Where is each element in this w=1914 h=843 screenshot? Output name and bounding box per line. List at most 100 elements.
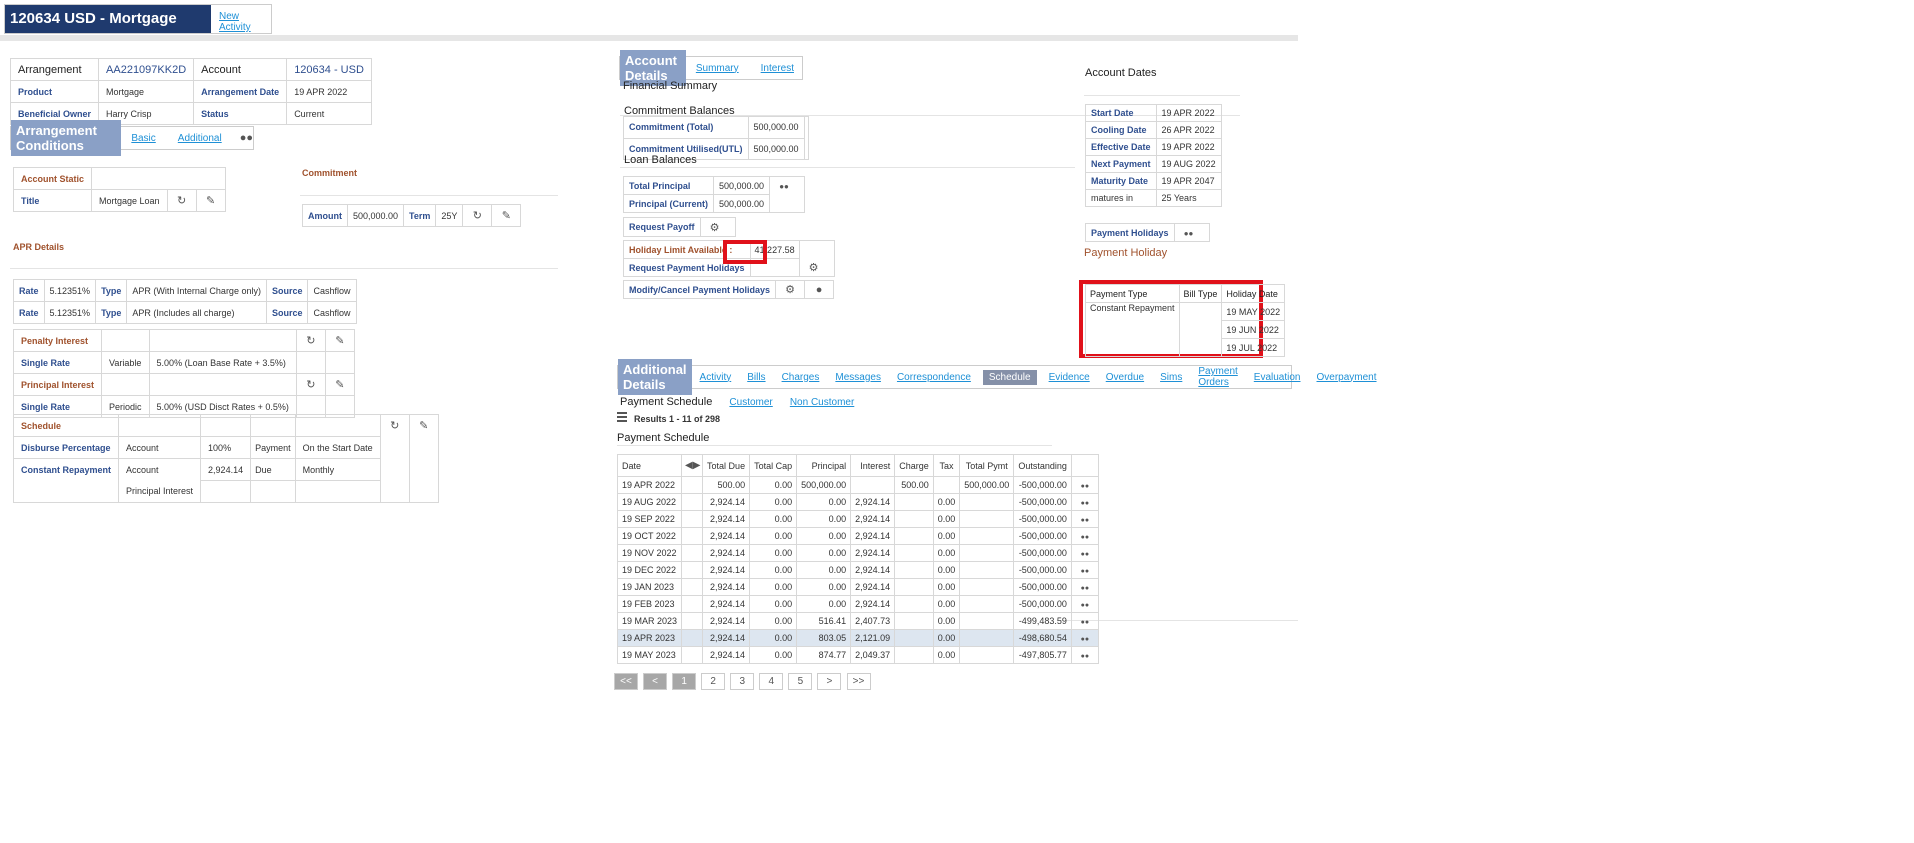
- refresh-icon[interactable]: ↻: [304, 334, 318, 347]
- tab-messages[interactable]: Messages: [835, 372, 881, 383]
- principal-interest-label: Principal Interest: [12, 373, 103, 396]
- view-icon[interactable]: ●●: [1078, 568, 1092, 575]
- col-total-due[interactable]: Total Due: [702, 454, 751, 477]
- refresh-icon[interactable]: ↻: [388, 419, 402, 432]
- view-icon[interactable]: ●●: [1078, 534, 1092, 541]
- col-tax[interactable]: Tax: [932, 454, 961, 477]
- schedule-header-row: Date ◀▶ Total Due Total Cap Principal In…: [616, 454, 1099, 477]
- gear-icon[interactable]: ⚙: [708, 221, 722, 234]
- tab-additional[interactable]: Additional: [178, 133, 222, 144]
- row-outstanding: -500,000.00: [1013, 578, 1072, 596]
- edit-icon[interactable]: ✎: [499, 209, 513, 222]
- tab-basic[interactable]: Basic: [131, 133, 155, 144]
- tab-interest[interactable]: Interest: [761, 63, 794, 74]
- pager-page-2[interactable]: 2: [701, 673, 726, 690]
- col-charge[interactable]: Charge: [894, 454, 934, 477]
- amount-value: 500,000.00: [346, 204, 405, 227]
- customer-link[interactable]: Customer: [729, 397, 772, 408]
- pager-page-1[interactable]: 1: [672, 673, 697, 690]
- account-static-table: Account Static Title Mortgage Loan ↻ ✎: [12, 167, 226, 212]
- view-icon[interactable]: ●●: [777, 182, 791, 191]
- refresh-icon[interactable]: ↻: [304, 378, 318, 391]
- disburse-percent: 100%: [200, 436, 252, 459]
- pager-page-3[interactable]: 3: [730, 673, 755, 690]
- col-toggle[interactable]: ◀▶: [681, 454, 704, 477]
- row-charge: 500.00: [894, 476, 934, 494]
- refresh-icon[interactable]: ↻: [175, 194, 189, 207]
- page-title: 120634 USD - Mortgage Overview: [5, 5, 211, 55]
- matures-in-value: 25 Years: [1155, 189, 1222, 207]
- view-icon[interactable]: ●●: [1078, 619, 1092, 626]
- tab-evidence[interactable]: Evidence: [1049, 372, 1090, 383]
- row-principal: 0.00: [796, 510, 852, 528]
- col-date[interactable]: Date: [616, 454, 683, 477]
- tab-overpayment[interactable]: Overpayment: [1317, 372, 1377, 383]
- pager-prev[interactable]: <: [643, 673, 668, 690]
- column-toggle-icon[interactable]: ◀▶: [685, 460, 700, 471]
- row-date: 19 APR 2023: [616, 629, 683, 647]
- view-icon[interactable]: ●●: [1078, 653, 1092, 660]
- tab-sims[interactable]: Sims: [1160, 372, 1182, 383]
- holiday-date: 19 JUN 2022: [1221, 320, 1286, 339]
- holiday-date: 19 MAY 2022: [1221, 302, 1286, 321]
- row-principal: 0.00: [796, 595, 852, 613]
- product-value: Mortgage: [98, 80, 195, 103]
- row-interest: [850, 476, 896, 494]
- tab-activity[interactable]: Activity: [700, 372, 732, 383]
- tab-correspondence[interactable]: Correspondence: [897, 372, 971, 383]
- view-icon[interactable]: ●●: [1078, 483, 1092, 490]
- gear-icon[interactable]: ⚙: [783, 283, 797, 296]
- col-principal[interactable]: Principal: [796, 454, 852, 477]
- view-icon[interactable]: ●●: [1182, 229, 1196, 238]
- row-interest: 2,049.37: [850, 646, 896, 664]
- edit-icon[interactable]: ✎: [333, 378, 347, 391]
- arrangement-id[interactable]: AA221097KK2D: [98, 58, 195, 81]
- edit-icon[interactable]: ✎: [417, 419, 431, 432]
- edit-icon[interactable]: ✎: [333, 334, 347, 347]
- tab-summary[interactable]: Summary: [696, 63, 739, 74]
- modify-cancel-label: Modify/Cancel Payment Holidays: [622, 280, 777, 299]
- refresh-icon[interactable]: ↻: [470, 209, 484, 222]
- col-total-pymt[interactable]: Total Pymt: [959, 454, 1015, 477]
- view-icon[interactable]: ●●: [1078, 551, 1092, 558]
- new-activity-link[interactable]: New Activity: [219, 11, 271, 33]
- row-total-due: 2,924.14: [702, 646, 751, 664]
- pager-last[interactable]: >>: [846, 673, 871, 690]
- tab-bills[interactable]: Bills: [747, 372, 765, 383]
- row-tax: 0.00: [932, 595, 961, 613]
- row-total-cap: 0.00: [749, 527, 798, 545]
- gear-icon[interactable]: ⚙: [807, 261, 821, 274]
- tab-schedule[interactable]: Schedule: [982, 369, 1037, 385]
- edit-icon[interactable]: ✎: [204, 194, 218, 207]
- col-outstanding[interactable]: Outstanding: [1013, 454, 1072, 477]
- non-customer-link[interactable]: Non Customer: [790, 397, 854, 408]
- info-icon[interactable]: ●: [812, 284, 826, 296]
- menu-icon[interactable]: [617, 412, 627, 422]
- col-interest[interactable]: Interest: [850, 454, 896, 477]
- constant-account: Account: [118, 458, 202, 481]
- tab-overdue[interactable]: Overdue: [1106, 372, 1144, 383]
- effective-date-value: 19 APR 2022: [1155, 138, 1222, 156]
- view-icon[interactable]: ●●: [1078, 585, 1092, 592]
- tab-evaluation[interactable]: Evaluation: [1254, 372, 1301, 383]
- total-principal-label: Total Principal: [622, 176, 715, 195]
- account-id[interactable]: 120634 - USD: [286, 58, 372, 81]
- tab-charges[interactable]: Charges: [782, 372, 820, 383]
- row-total-due: 2,924.14: [702, 578, 751, 596]
- pager-page-5[interactable]: 5: [788, 673, 813, 690]
- pager-page-4[interactable]: 4: [759, 673, 784, 690]
- view-icon[interactable]: ●●: [1078, 517, 1092, 524]
- row-interest: 2,924.14: [850, 544, 896, 562]
- tab-payment-orders[interactable]: Payment Orders: [1198, 366, 1237, 388]
- view-icon[interactable]: ●●: [1078, 500, 1092, 507]
- row-tax: 0.00: [932, 527, 961, 545]
- pager-next[interactable]: >: [817, 673, 842, 690]
- pager-first[interactable]: <<: [614, 673, 638, 690]
- schedule-row: 19 OCT 2022 2,924.14 0.00 0.00 2,924.14 0.00-…: [616, 527, 1099, 545]
- view-icon[interactable]: ●●: [1078, 636, 1092, 643]
- row-interest: 2,407.73: [850, 612, 896, 630]
- view-icon[interactable]: ●●: [1078, 602, 1092, 609]
- view-icon[interactable]: ●●: [240, 132, 253, 144]
- request-payoff-table: Request Payoff ⚙: [623, 217, 736, 237]
- col-total-cap[interactable]: Total Cap: [749, 454, 798, 477]
